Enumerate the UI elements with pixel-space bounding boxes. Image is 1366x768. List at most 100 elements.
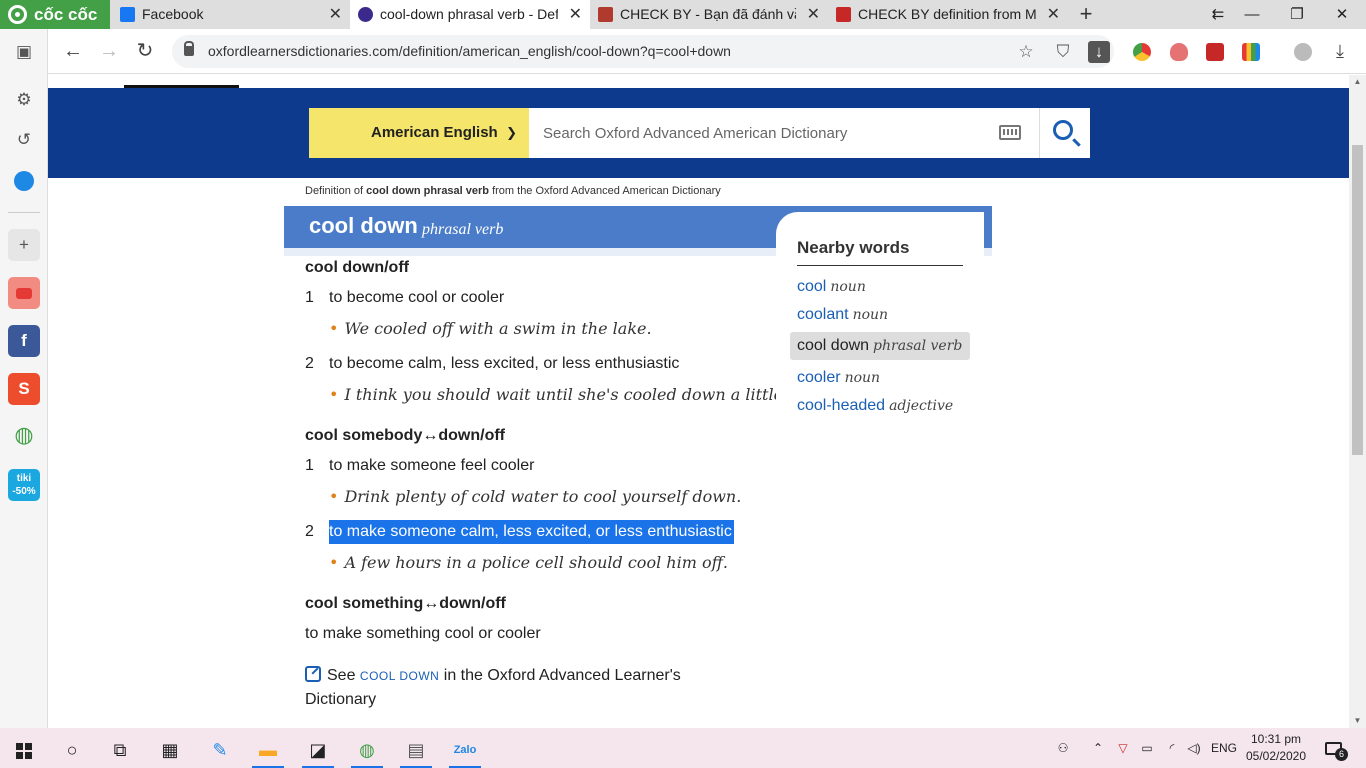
sidebar-divider (8, 212, 40, 213)
keyboard-icon[interactable] (999, 125, 1021, 140)
facebook-app-icon[interactable]: f (8, 325, 40, 357)
windows-start-icon[interactable] (4, 732, 44, 768)
headword: cool down (309, 213, 418, 238)
lock-icon (184, 41, 194, 56)
breadcrumb: Definition of cool down phrasal verb fro… (305, 185, 721, 197)
input-language[interactable]: ENG (1208, 728, 1240, 768)
search-icon (1053, 120, 1073, 140)
tab-oxford[interactable]: cool-down phrasal verb - Def ✕ (350, 0, 590, 29)
tiki-icon[interactable]: tiki -50% (8, 469, 40, 501)
browser-sidebar: ▣ ⚙ ↺ + f S ◍ tiki -50% (0, 29, 48, 728)
see-also-link[interactable]: See cool down in the Oxford Advanced Lea… (305, 664, 725, 712)
tab-title: Facebook (142, 6, 204, 22)
messenger-icon[interactable] (8, 164, 40, 196)
wifi-icon[interactable]: ◜ (1161, 728, 1183, 768)
coccoc-app-icon[interactable]: ◍ (8, 419, 40, 451)
profile-avatar[interactable] (1294, 43, 1312, 61)
new-tab-button[interactable]: + (1074, 0, 1098, 29)
scroll-up-icon[interactable]: ▲ (1349, 75, 1366, 89)
sticky-notes-icon[interactable]: ◪ (298, 732, 338, 768)
windows-taskbar: ○ ⧉ ▦ ✎ ▬ ◪ ◍ ▤ Zalo ⚇ ⌃ ▽ ▭ ◜ ◁) ENG 10… (0, 728, 1366, 768)
volume-icon[interactable]: ◁) (1183, 728, 1205, 768)
close-tab-icon[interactable]: ✕ (329, 0, 342, 29)
clock-date: 05/02/2020 (1245, 749, 1307, 763)
nearby-word-link[interactable]: coolant noun (797, 306, 888, 324)
red-extension-icon[interactable] (1206, 43, 1224, 61)
zalo-icon[interactable]: Zalo (445, 732, 485, 768)
vertical-scrollbar[interactable]: ▲ ▼ (1349, 75, 1366, 728)
close-tab-icon[interactable]: ✕ (1047, 0, 1060, 29)
definition: to become calm, less excited, or less en… (329, 355, 680, 372)
app-grid-icon[interactable]: ▦ (150, 732, 190, 768)
nearby-word-link[interactable]: cool noun (797, 278, 866, 296)
history-icon[interactable]: ↺ (8, 124, 40, 156)
selected-definition[interactable]: to make someone calm, less excited, or l… (329, 520, 734, 544)
nearby-words-panel: Nearby words cool noun coolant noun cool d… (776, 212, 984, 442)
tray-chevron-icon[interactable]: ⌃ (1088, 728, 1108, 768)
breadcrumb-term: cool down phrasal verb (366, 185, 490, 197)
youtube-icon[interactable] (8, 277, 40, 309)
add-app-icon[interactable]: + (8, 229, 40, 261)
search-input[interactable] (529, 108, 979, 158)
notification-count: 6 (1335, 748, 1348, 761)
phrasal-verb-heading: cool somebody↔down/off (305, 427, 505, 444)
taskbar-clock[interactable]: 10:31 pm 05/02/2020 (1244, 731, 1308, 765)
site-header: American English ❯ (48, 88, 1349, 178)
paint-app-icon[interactable]: ✎ (200, 732, 240, 768)
notifications-icon[interactable]: 6 (1318, 728, 1348, 768)
facebook-icon (120, 7, 135, 22)
address-bar[interactable]: oxfordlearnersdictionaries.com/definitio… (172, 35, 1114, 68)
downloads-icon[interactable]: ⤓ (1326, 37, 1354, 65)
phrasal-verb-heading: cool something↔down/off (305, 595, 506, 612)
adblock-extension-icon[interactable] (1170, 43, 1188, 61)
shield-icon[interactable]: ⛉ (1052, 41, 1074, 63)
breadcrumb-prefix: Definition of (305, 185, 364, 197)
macmillan-book-icon (836, 7, 851, 22)
coccoc-menu-button[interactable]: cốc cốc (0, 0, 110, 29)
close-tab-icon[interactable]: ✕ (807, 0, 820, 29)
back-icon[interactable]: ← (59, 37, 87, 65)
language-dropdown[interactable]: American English ❯ (309, 108, 529, 158)
example-sentence: • A few hours in a police cell should coo… (329, 553, 729, 572)
nearby-word-link[interactable]: cool-headed adjective (797, 397, 953, 415)
minimize-button[interactable]: — (1230, 0, 1274, 29)
close-tab-icon[interactable]: ✕ (569, 0, 582, 29)
sense-number: 2 (305, 523, 314, 540)
coccoc-logo-icon (8, 5, 27, 24)
color-extension-icon[interactable] (1242, 43, 1260, 61)
sidebar-toggle-icon[interactable]: ▣ (8, 36, 40, 68)
bookmark-star-icon[interactable]: ☆ (1015, 41, 1037, 63)
clock-time: 10:31 pm (1250, 732, 1302, 746)
nearby-word-link[interactable]: cooler noun (797, 369, 880, 387)
settings-gear-icon[interactable]: ⚙ (8, 84, 40, 116)
see-link-term[interactable]: cool down (360, 669, 439, 683)
people-icon[interactable]: ⚇ (1052, 728, 1074, 768)
reload-icon[interactable]: ↻ (131, 37, 159, 65)
search-circle-icon[interactable]: ○ (52, 732, 92, 768)
example-sentence: • We cooled off with a swim in the lake. (329, 319, 652, 338)
tab-facebook[interactable]: Facebook ✕ (112, 0, 350, 29)
battery-icon[interactable]: ▭ (1137, 728, 1157, 768)
file-explorer-icon[interactable]: ▬ (248, 732, 288, 768)
shopee-icon[interactable]: S (8, 373, 40, 405)
search-button[interactable] (1039, 108, 1090, 158)
tab-check-by-vn[interactable]: CHECK BY - Bạn đã đánh vần ✕ (590, 0, 828, 29)
tab-check-by-macmillan[interactable]: CHECK BY definition from Ma ✕ (828, 0, 1068, 29)
url-text[interactable]: oxfordlearnersdictionaries.com/definitio… (208, 43, 731, 59)
chrome-extension-icon[interactable] (1133, 43, 1151, 61)
nearby-words-title: Nearby words (797, 238, 910, 257)
forward-icon[interactable]: → (95, 37, 123, 65)
download-page-icon[interactable]: ↓ (1088, 41, 1110, 63)
coccoc-taskbar-icon[interactable]: ◍ (347, 732, 387, 768)
sense-number: 1 (305, 289, 314, 306)
scroll-down-icon[interactable]: ▼ (1349, 714, 1366, 728)
toolbox-app-icon[interactable]: ▤ (396, 732, 436, 768)
phrasal-verb-heading: cool down/off (305, 259, 409, 276)
restore-button[interactable]: ❐ (1275, 0, 1319, 29)
close-window-button[interactable]: ✕ (1320, 0, 1364, 29)
scroll-thumb[interactable] (1352, 145, 1363, 455)
chevron-down-icon: ❯ (506, 125, 517, 140)
task-view-icon[interactable]: ⧉ (100, 732, 140, 768)
antivirus-tray-icon[interactable]: ▽ (1113, 728, 1133, 768)
cambridge-shield-icon (598, 7, 613, 22)
